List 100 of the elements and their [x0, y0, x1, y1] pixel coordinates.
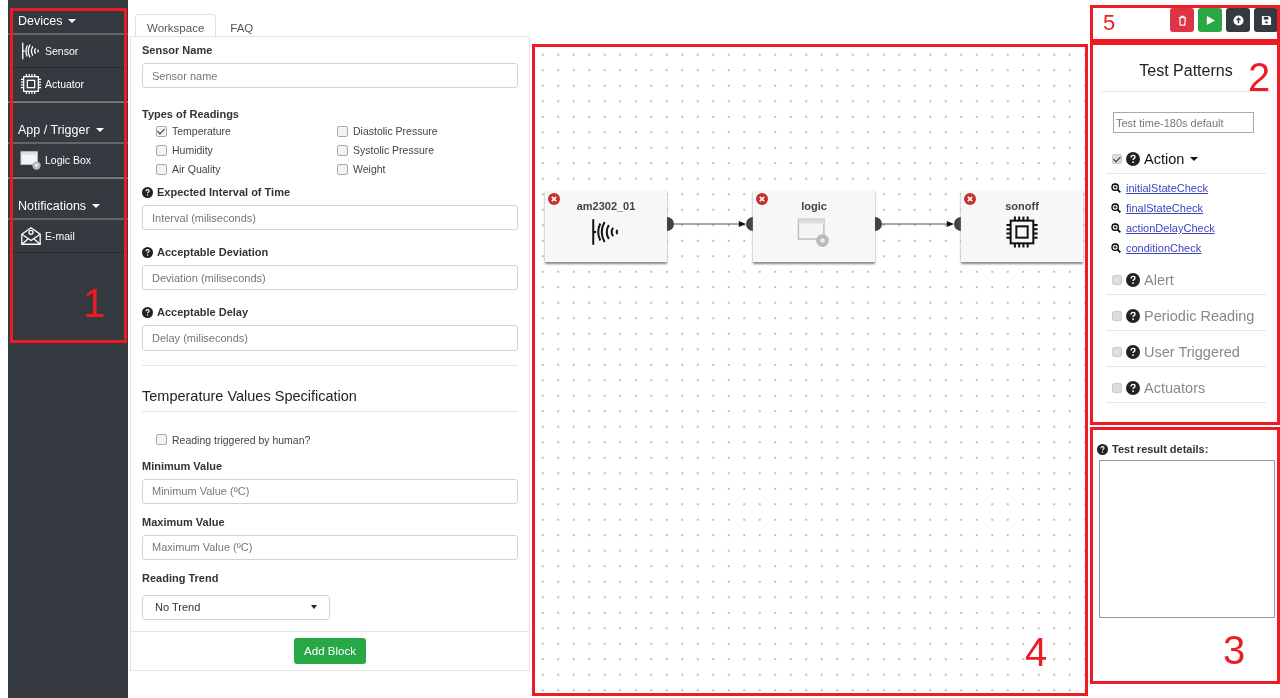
input-field[interactable]: Maximum Value (ºC)	[142, 534, 518, 560]
field-label: Test result details:	[1112, 443, 1209, 455]
checkbox[interactable]	[1112, 311, 1122, 321]
zoom-in-icon	[1111, 183, 1121, 193]
upload-icon	[1232, 14, 1244, 26]
checkbox[interactable]	[1112, 383, 1122, 393]
diagram-node[interactable]: am2302_01	[545, 190, 667, 262]
test-link[interactable]: actionDelayCheck	[1126, 222, 1215, 234]
sensor-icon	[20, 40, 42, 62]
checkbox-label: Systolic Pressure	[353, 144, 435, 157]
help-icon	[142, 186, 153, 198]
diagram-node[interactable]: logic	[753, 190, 875, 262]
sidebar-item-label: Logic Box	[45, 154, 92, 166]
annotation-number: 1	[83, 283, 106, 323]
field-label: Types of Readings	[142, 108, 240, 121]
port-handle[interactable]	[667, 217, 674, 231]
checkbox-label: Air Quality	[172, 163, 221, 176]
checkbox-label: Temperature	[172, 125, 231, 138]
sidebar-item[interactable]: Logic Box	[8, 144, 128, 177]
zoom-in-icon	[1111, 223, 1121, 233]
field-label: Reading Trend	[142, 571, 220, 584]
help-icon	[142, 246, 153, 258]
annotation-number: 3	[1223, 630, 1246, 670]
close-icon[interactable]	[548, 193, 560, 205]
annotation-number: 5	[1103, 12, 1116, 34]
connector-arrow	[674, 221, 746, 227]
field-label: Sensor Name	[142, 44, 214, 56]
help-icon	[1126, 309, 1140, 323]
test-time-field[interactable]: Test time-180s default	[1113, 112, 1254, 133]
envelope-icon	[20, 225, 42, 247]
caret-icon	[92, 204, 101, 208]
help-icon	[1097, 443, 1108, 455]
test-link[interactable]: finalStateCheck	[1126, 202, 1204, 214]
sidebar-item[interactable]: E-mail	[8, 220, 128, 253]
help-icon	[142, 306, 153, 318]
close-icon[interactable]	[756, 193, 768, 205]
input-field[interactable]: Interval (miliseconds)	[142, 205, 518, 231]
checkbox-label: Diastolic Pressure	[353, 125, 438, 138]
checkbox[interactable]	[156, 144, 167, 156]
sidebar-section-title[interactable]: Devices	[8, 0, 128, 35]
play-icon	[1204, 14, 1216, 26]
test-link[interactable]: conditionCheck	[1126, 242, 1202, 254]
checkbox[interactable]	[156, 125, 167, 137]
sidebar-item[interactable]: Actuator	[8, 68, 128, 101]
node-title: sonoff	[1005, 200, 1039, 212]
caret-icon	[311, 605, 317, 610]
checkbox[interactable]	[337, 125, 348, 137]
window-gear-icon	[20, 149, 42, 171]
help-icon	[1126, 345, 1140, 359]
test-link[interactable]: initialStateCheck	[1126, 182, 1208, 194]
caret-icon	[95, 128, 104, 132]
sidebar-section-title[interactable]: Notifications	[8, 177, 128, 220]
chip-icon	[1005, 215, 1039, 249]
close-icon[interactable]	[964, 193, 976, 205]
zoom-in-icon	[1111, 243, 1121, 253]
sidebar-item-label: E-mail	[45, 230, 75, 242]
results-textarea[interactable]	[1099, 460, 1275, 618]
tab[interactable]: Workspace	[135, 14, 217, 36]
field-label: Expected Interval of Time	[157, 186, 291, 199]
diagram-node[interactable]: sonoff	[961, 190, 1083, 262]
sidebar-item-label: Actuator	[45, 78, 85, 90]
checkbox[interactable]	[1112, 154, 1122, 164]
save-button[interactable]	[1254, 8, 1278, 32]
input-field[interactable]: Delay (miliseconds)	[142, 325, 518, 351]
field-label: Acceptable Deviation	[157, 246, 269, 259]
checkbox-label: Weight	[353, 163, 386, 176]
trend-select[interactable]: No Trend	[142, 594, 330, 620]
save-icon	[1260, 14, 1272, 26]
sidebar-section-title[interactable]: App / Trigger	[8, 101, 128, 144]
caret-icon	[68, 19, 77, 23]
port-handle[interactable]	[746, 217, 753, 231]
port-handle[interactable]	[875, 217, 882, 231]
sensor-name-field[interactable]: Sensor name	[142, 63, 518, 89]
delete-button[interactable]	[1170, 8, 1194, 32]
field-label: Maximum Value	[142, 515, 226, 528]
tab[interactable]: FAQ	[218, 14, 266, 36]
checkbox[interactable]	[156, 163, 167, 175]
checkbox[interactable]	[1112, 275, 1122, 285]
help-icon	[1126, 273, 1140, 287]
checkbox[interactable]	[337, 163, 348, 175]
port-handle[interactable]	[954, 217, 961, 231]
pattern-label[interactable]: User Triggered	[1144, 344, 1240, 360]
pattern-label[interactable]: Actuators	[1144, 380, 1206, 396]
connector-arrow	[882, 221, 954, 227]
section-heading: Temperature Values Specification	[142, 365, 518, 412]
checkbox[interactable]	[156, 434, 167, 446]
input-field[interactable]: Minimum Value (ºC)	[142, 478, 518, 504]
checkbox[interactable]	[337, 144, 348, 156]
sidebar-item[interactable]: Sensor	[8, 35, 128, 68]
checkbox[interactable]	[1112, 347, 1122, 357]
sidebar-item-label: Sensor	[45, 45, 79, 57]
pattern-label[interactable]: Periodic Reading	[1144, 308, 1255, 324]
chip-icon	[20, 73, 42, 95]
upload-button[interactable]	[1226, 8, 1250, 32]
input-field[interactable]: Deviation (miliseconds)	[142, 265, 518, 291]
pattern-label[interactable]: Alert	[1144, 272, 1174, 288]
node-title: am2302_01	[576, 200, 636, 212]
annotation-number: 4	[1025, 632, 1048, 672]
field-label: Minimum Value	[142, 459, 224, 472]
pattern-label[interactable]: Action	[1144, 151, 1185, 167]
